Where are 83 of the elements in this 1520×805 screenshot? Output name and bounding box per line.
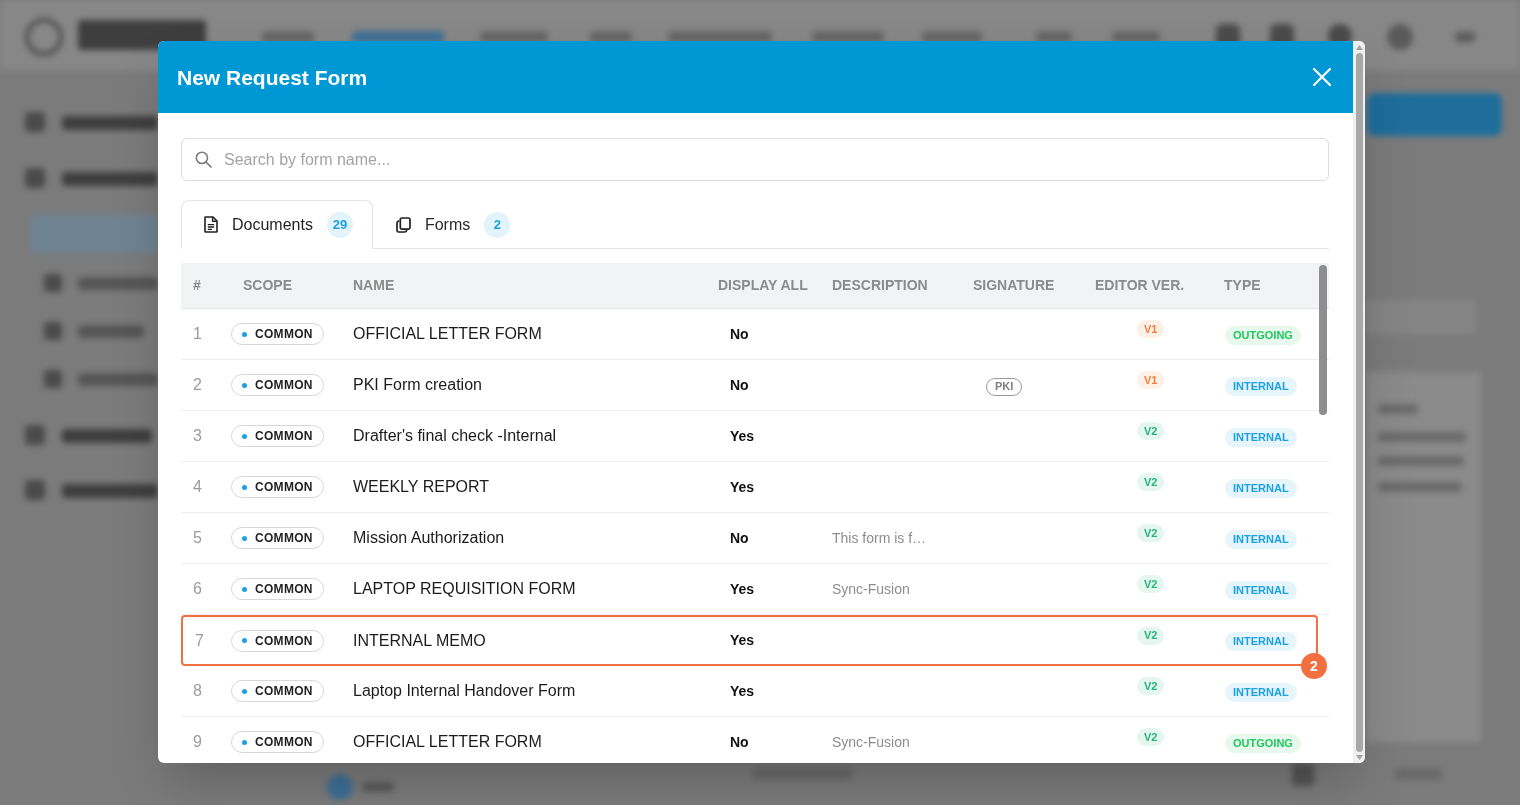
tab[interactable]: Documents 29 <box>181 200 373 249</box>
form-name: OFFICIAL LETTER FORM <box>353 324 542 344</box>
column-header: NAME <box>353 276 395 295</box>
count-badge: 2 <box>484 211 511 238</box>
form-name: WEEKLY REPORT <box>353 477 490 497</box>
scope-label: COMMON <box>255 632 313 650</box>
search-field[interactable]: Search by form name... <box>181 138 1329 181</box>
version-tag: V2 <box>1137 626 1165 645</box>
count-badge: 29 <box>326 211 353 238</box>
scope-label: COMMON <box>255 683 313 700</box>
scrollbar-thumb[interactable] <box>1319 265 1327 415</box>
tab[interactable]: Forms 2 <box>372 200 531 249</box>
version-tag: V2 <box>1137 422 1165 440</box>
tab-label: Forms <box>424 214 471 235</box>
column-header: SIGNATURE <box>973 276 1055 295</box>
display-all-value: Yes <box>730 631 755 650</box>
display-all-value: Yes <box>730 477 755 497</box>
type-tag: OUTGOING <box>1225 325 1301 345</box>
column-header: EDITOR VER. <box>1095 276 1185 295</box>
display-all-value: No <box>730 732 749 752</box>
document-icon <box>204 216 218 233</box>
row-number: 3 <box>193 426 202 446</box>
type-tag: OUTGOING <box>1225 733 1301 753</box>
row-number: 8 <box>193 681 202 701</box>
column-header: DESCRIPTION <box>832 276 928 295</box>
scope-label: COMMON <box>255 428 313 445</box>
scrollbar-thumb[interactable] <box>1355 53 1363 752</box>
row-number: 4 <box>193 477 202 497</box>
type-tag: INTERNAL <box>1225 478 1297 498</box>
version-tag: V2 <box>1137 473 1165 491</box>
version-tag: V2 <box>1137 524 1165 542</box>
scroll-up-icon[interactable] <box>1355 45 1363 50</box>
type-tag: INTERNAL <box>1225 427 1297 447</box>
display-all-value: No <box>730 324 749 344</box>
tab-label: Documents <box>232 214 313 235</box>
column-header: TYPE <box>1224 276 1261 295</box>
column-header: DISPLAY ALL <box>718 276 808 295</box>
scroll-down-icon[interactable] <box>1355 755 1363 760</box>
form-name: LAPTOP REQUISITION FORM <box>353 579 576 599</box>
scope-label: COMMON <box>255 734 313 751</box>
display-all-value: No <box>730 375 749 395</box>
scope-label: COMMON <box>255 530 313 547</box>
version-tag: V1 <box>1137 371 1165 389</box>
display-all-value: Yes <box>730 579 755 599</box>
display-all-value: No <box>730 528 749 548</box>
form-name: OFFICIAL LETTER FORM <box>353 732 542 752</box>
row-number: 7 <box>195 630 204 651</box>
column-header: SCOPE <box>243 276 292 295</box>
close-button[interactable] <box>1311 66 1333 88</box>
type-tag: INTERNAL <box>1225 632 1297 651</box>
type-tag: INTERNAL <box>1225 376 1297 396</box>
row-number: 1 <box>193 324 202 344</box>
form-name: Drafter's final check -Internal <box>353 426 557 446</box>
description-text: This form is f… <box>832 528 927 548</box>
form-name: INTERNAL MEMO <box>353 630 486 651</box>
dialog-title: New Request Form <box>177 66 368 88</box>
form-name: Laptop Internal Handover Form <box>353 681 576 701</box>
form-name: PKI Form creation <box>353 375 482 395</box>
display-all-value: Yes <box>730 426 755 446</box>
search-icon <box>195 151 212 168</box>
dialog-scrollbar[interactable] <box>1353 41 1365 763</box>
description-text: Sync-Fusion <box>832 732 910 752</box>
row-number: 6 <box>193 579 202 599</box>
scope-label: COMMON <box>255 479 313 496</box>
row-number: 5 <box>193 528 202 548</box>
type-tag: INTERNAL <box>1225 529 1297 549</box>
type-tag: INTERNAL <box>1225 580 1297 600</box>
column-header: # <box>193 276 201 295</box>
close-icon <box>1313 68 1331 86</box>
row-number: 2 <box>193 375 202 395</box>
row-number: 9 <box>193 732 202 752</box>
scope-label: COMMON <box>255 377 313 394</box>
form-name: Mission Authorization <box>353 528 505 548</box>
scope-label: COMMON <box>255 581 313 598</box>
description-text: Sync-Fusion <box>832 579 910 599</box>
version-tag: V2 <box>1137 677 1165 695</box>
scope-label: COMMON <box>255 326 313 343</box>
copy-icon <box>395 216 411 233</box>
display-all-value: Yes <box>730 681 755 701</box>
version-tag: V2 <box>1137 575 1165 593</box>
version-tag: V2 <box>1137 728 1165 746</box>
version-tag: V1 <box>1137 320 1165 338</box>
type-tag: INTERNAL <box>1225 682 1297 702</box>
